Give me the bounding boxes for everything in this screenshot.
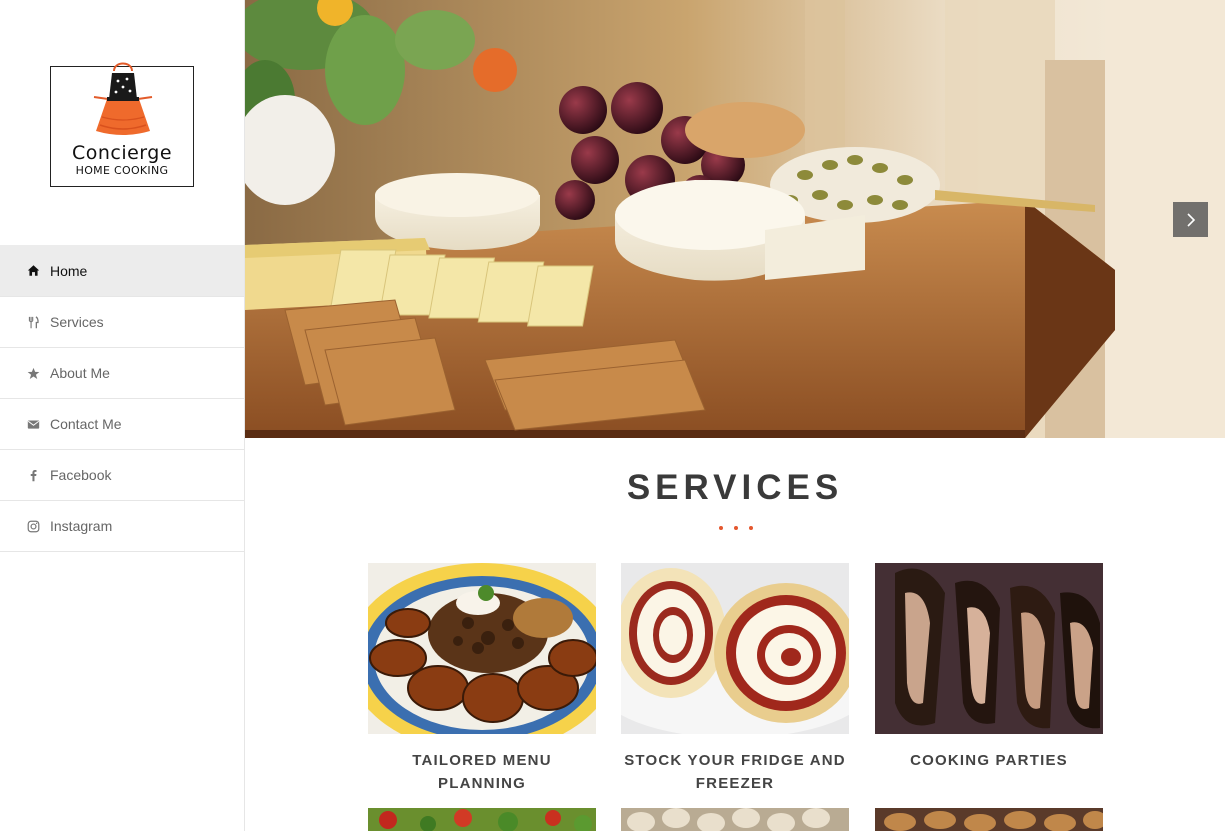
- slider-next-button[interactable]: [1173, 202, 1208, 237]
- home-icon: [26, 264, 40, 278]
- logo-area: Concierge HOME COOKING: [0, 0, 245, 245]
- apron-logo-icon: [93, 62, 153, 135]
- site-logo[interactable]: Concierge HOME COOKING: [50, 62, 194, 187]
- logo-subtitle: HOME COOKING: [75, 164, 169, 177]
- utensils-icon: [26, 315, 40, 329]
- hero-cheese-board-image: [245, 0, 1225, 438]
- envelope-icon: [26, 417, 40, 431]
- nav-item-home[interactable]: Home: [0, 245, 244, 297]
- section-title-services: SERVICES: [626, 468, 844, 507]
- main-content: SERVICES TAILORED MENU PLANNING STOCK YO…: [245, 0, 1225, 831]
- menu-planning-image: [368, 563, 596, 734]
- service-card-caption: STOCK YOUR FRIDGE AND FREEZER: [624, 752, 846, 792]
- stock-fridge-image: [621, 563, 849, 734]
- salad-image: [368, 808, 596, 831]
- service-card-menu-planning[interactable]: TAILORED MENU PLANNING: [368, 563, 596, 795]
- hero-slider: [245, 0, 1225, 438]
- service-card-cooking-parties[interactable]: COOKING PARTIES: [875, 563, 1103, 772]
- nav-item-label: Instagram: [50, 518, 113, 534]
- sidebar: Concierge HOME COOKING Home Services Abo…: [0, 0, 245, 831]
- nav-item-label: About Me: [50, 365, 110, 381]
- service-card-caption: COOKING PARTIES: [910, 752, 1068, 769]
- nav-item-label: Services: [50, 314, 104, 330]
- title-divider-dots: [719, 526, 753, 532]
- logo-name: Concierge: [71, 142, 173, 164]
- muffins-image: [875, 808, 1103, 831]
- nav-item-label: Facebook: [50, 467, 112, 483]
- pastries-image: [621, 808, 849, 831]
- nav-item-label: Contact Me: [50, 416, 122, 432]
- facebook-icon: [26, 468, 40, 482]
- chevron-right-icon: [1186, 212, 1195, 227]
- nav-item-label: Home: [50, 262, 88, 279]
- nav-item-facebook[interactable]: Facebook: [0, 450, 244, 501]
- star-icon: [26, 366, 40, 380]
- nav-item-services[interactable]: Services: [0, 297, 244, 348]
- page: Concierge HOME COOKING Home Services Abo…: [0, 0, 1225, 831]
- sidebar-nav: Home Services About Me Contact Me Facebo…: [0, 245, 244, 552]
- nav-item-contact-me[interactable]: Contact Me: [0, 399, 244, 450]
- service-card-stock-fridge[interactable]: STOCK YOUR FRIDGE AND FREEZER: [621, 563, 849, 795]
- instagram-icon: [26, 519, 40, 533]
- nav-item-instagram[interactable]: Instagram: [0, 501, 244, 552]
- service-card-caption: TAILORED MENU PLANNING: [412, 752, 552, 792]
- cooking-parties-image: [875, 563, 1103, 734]
- nav-item-about-me[interactable]: About Me: [0, 348, 244, 399]
